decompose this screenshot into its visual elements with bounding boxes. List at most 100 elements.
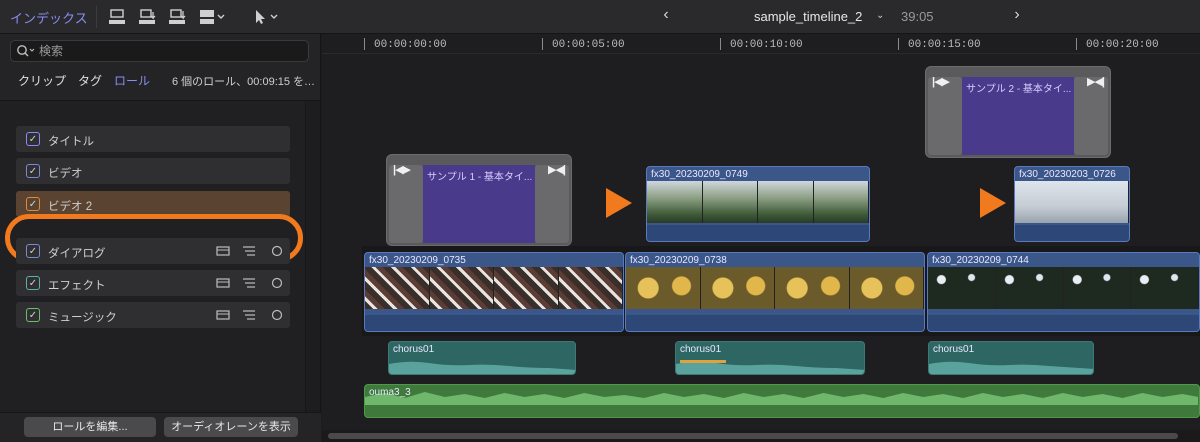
clip-insert-icon[interactable] xyxy=(136,6,158,28)
index-panel: クリップ タグ ロール 6 個のロール、00:09:15 を… ✓ タイトル ✓… xyxy=(0,34,321,442)
primary-clip-0735[interactable]: fx30_20230209_0735 xyxy=(364,252,624,332)
audio-waveform xyxy=(365,391,1199,405)
subroles-icon[interactable] xyxy=(242,244,256,258)
lane-icon[interactable] xyxy=(216,244,230,258)
thumbnail xyxy=(626,267,701,309)
transition-in-icon: |◀▶ xyxy=(932,76,950,88)
index-toggle-button[interactable]: インデックス xyxy=(10,8,88,27)
timeline-scroll-thumb[interactable] xyxy=(328,433,1178,439)
index-tabs: クリップ タグ ロール xyxy=(18,72,150,89)
search-icon[interactable] xyxy=(16,44,36,58)
role-item-video[interactable]: ✓ ビデオ xyxy=(16,158,290,184)
focus-circle-icon[interactable] xyxy=(270,308,284,322)
clip-audio-waveform xyxy=(365,315,623,331)
toolbar-separator xyxy=(96,6,97,28)
tab-tags[interactable]: タグ xyxy=(78,72,102,89)
clip-filmstrip xyxy=(365,267,623,309)
checkbox-checked-icon[interactable]: ✓ xyxy=(26,197,40,211)
trim-handle-right[interactable] xyxy=(535,165,569,243)
tab-roles[interactable]: ロール xyxy=(114,72,150,89)
clip-title: fx30_20230203_0726 xyxy=(1019,169,1116,180)
ruler-label: 00:00:10:00 xyxy=(730,39,803,51)
thumbnail xyxy=(813,181,869,223)
thumbnail xyxy=(429,267,494,309)
checkbox-checked-icon[interactable]: ✓ xyxy=(26,276,40,290)
focus-circle-icon[interactable] xyxy=(270,276,284,290)
ruler-label: 00:00:20:00 xyxy=(1086,39,1159,51)
edit-roles-button[interactable]: ロールを編集... xyxy=(24,417,156,437)
audio-clip-chorus-1[interactable]: chorus01 xyxy=(388,341,576,375)
subroles-icon[interactable] xyxy=(242,308,256,322)
role-item-dialogue[interactable]: ✓ ダイアログ xyxy=(16,238,290,264)
audio-waveform xyxy=(929,361,1093,374)
project-duration: 39:05 xyxy=(901,9,934,24)
role-item-music[interactable]: ✓ ミュージック xyxy=(16,302,290,328)
primary-clip-0744[interactable]: fx30_20230209_0744 xyxy=(927,252,1200,332)
thumbnail xyxy=(1131,267,1199,309)
thumbnail xyxy=(758,181,814,223)
audio-clip-chorus-3[interactable]: chorus01 xyxy=(928,341,1094,375)
thumbnail xyxy=(365,267,430,309)
clip-title: fx30_20230209_0735 xyxy=(369,255,466,266)
search-input[interactable] xyxy=(39,43,299,59)
tab-clips[interactable]: クリップ xyxy=(18,72,66,89)
lane-icon[interactable] xyxy=(216,308,230,322)
clip-audio-waveform xyxy=(928,315,1199,331)
project-title[interactable]: sample_timeline_2 xyxy=(754,9,862,24)
connected-clip-0726[interactable]: fx30_20230203_0726 xyxy=(1014,166,1130,242)
music-clip-ouma3[interactable]: ouma3_3 xyxy=(364,384,1200,418)
checkbox-checked-icon[interactable]: ✓ xyxy=(26,308,40,322)
clip-title: fx30_20230209_0738 xyxy=(630,255,727,266)
lane-icon[interactable] xyxy=(216,276,230,290)
primary-clip-0738[interactable]: fx30_20230209_0738 xyxy=(625,252,925,332)
subroles-icon[interactable] xyxy=(242,276,256,290)
role-label: ミュージック xyxy=(48,312,117,324)
toolbar: インデックス ‹ sample_timeline_2 ⌄ 39:05 › xyxy=(0,0,1200,34)
role-label: ダイアログ xyxy=(48,248,106,260)
ruler-label: 00:00:15:00 xyxy=(908,39,981,51)
checkbox-checked-icon[interactable]: ✓ xyxy=(26,164,40,178)
clip-connect-icon[interactable] xyxy=(166,6,188,28)
show-audio-lanes-button[interactable]: オーディオレーンを表示 xyxy=(164,417,298,437)
timeline[interactable]: 00:00:00:00 00:00:05:00 00:00:10:00 00:0… xyxy=(322,34,1200,442)
clip-audio-waveform xyxy=(626,315,924,331)
role-item-effects[interactable]: ✓ エフェクト xyxy=(16,270,290,296)
clip-title: サンプル 2 - 基本タイ... xyxy=(966,84,1072,95)
clip-append-icon[interactable] xyxy=(106,6,128,28)
role-label: タイトル xyxy=(48,136,94,148)
roles-scrollbar[interactable] xyxy=(305,101,320,413)
trim-handle-left[interactable] xyxy=(389,165,423,243)
connected-clip-0749[interactable]: fx30_20230209_0749 xyxy=(646,166,870,242)
thumbnail xyxy=(775,267,850,309)
ruler-tick xyxy=(364,38,365,50)
trim-handle-left[interactable] xyxy=(928,77,962,155)
next-project-icon[interactable]: › xyxy=(1007,6,1027,26)
timecode-ruler[interactable]: 00:00:00:00 00:00:05:00 00:00:10:00 00:0… xyxy=(322,34,1200,54)
title-clip-sample-2[interactable]: |◀▶ サンプル 2 - 基本タイ... ▶◀| xyxy=(925,66,1111,158)
audio-waveform xyxy=(389,361,575,374)
checkbox-checked-icon[interactable]: ✓ xyxy=(26,132,40,146)
thumbnail xyxy=(995,267,1064,309)
search-field[interactable] xyxy=(10,40,309,62)
ruler-label: 00:00:05:00 xyxy=(552,39,625,51)
role-label: ビデオ xyxy=(48,168,83,180)
clip-overwrite-icon[interactable] xyxy=(198,6,228,28)
chevron-down-icon[interactable]: ⌄ xyxy=(876,10,884,21)
role-label: ビデオ 2 xyxy=(48,201,93,213)
audio-clip-chorus-2[interactable]: chorus01 xyxy=(675,341,865,375)
previous-project-icon[interactable]: ‹ xyxy=(656,6,676,26)
checkbox-checked-icon[interactable]: ✓ xyxy=(26,244,40,258)
ruler-tick xyxy=(542,38,543,50)
select-tool-icon[interactable] xyxy=(252,6,282,28)
role-item-titles[interactable]: ✓ タイトル xyxy=(16,126,290,152)
focus-circle-icon[interactable] xyxy=(270,244,284,258)
transition-out-icon: ▶◀| xyxy=(548,164,566,176)
trim-handle-right[interactable] xyxy=(1074,77,1108,155)
thumbnail xyxy=(702,181,758,223)
timeline-scrollbar[interactable] xyxy=(322,430,1200,442)
thumbnail xyxy=(494,267,559,309)
clip-filmstrip xyxy=(647,181,869,223)
callout-arrow-icon xyxy=(980,188,1006,218)
transition-in-icon: |◀▶ xyxy=(393,164,411,176)
title-clip-sample-1[interactable]: |◀▶ サンプル 1 - 基本タイ... ▶◀| xyxy=(386,154,572,246)
